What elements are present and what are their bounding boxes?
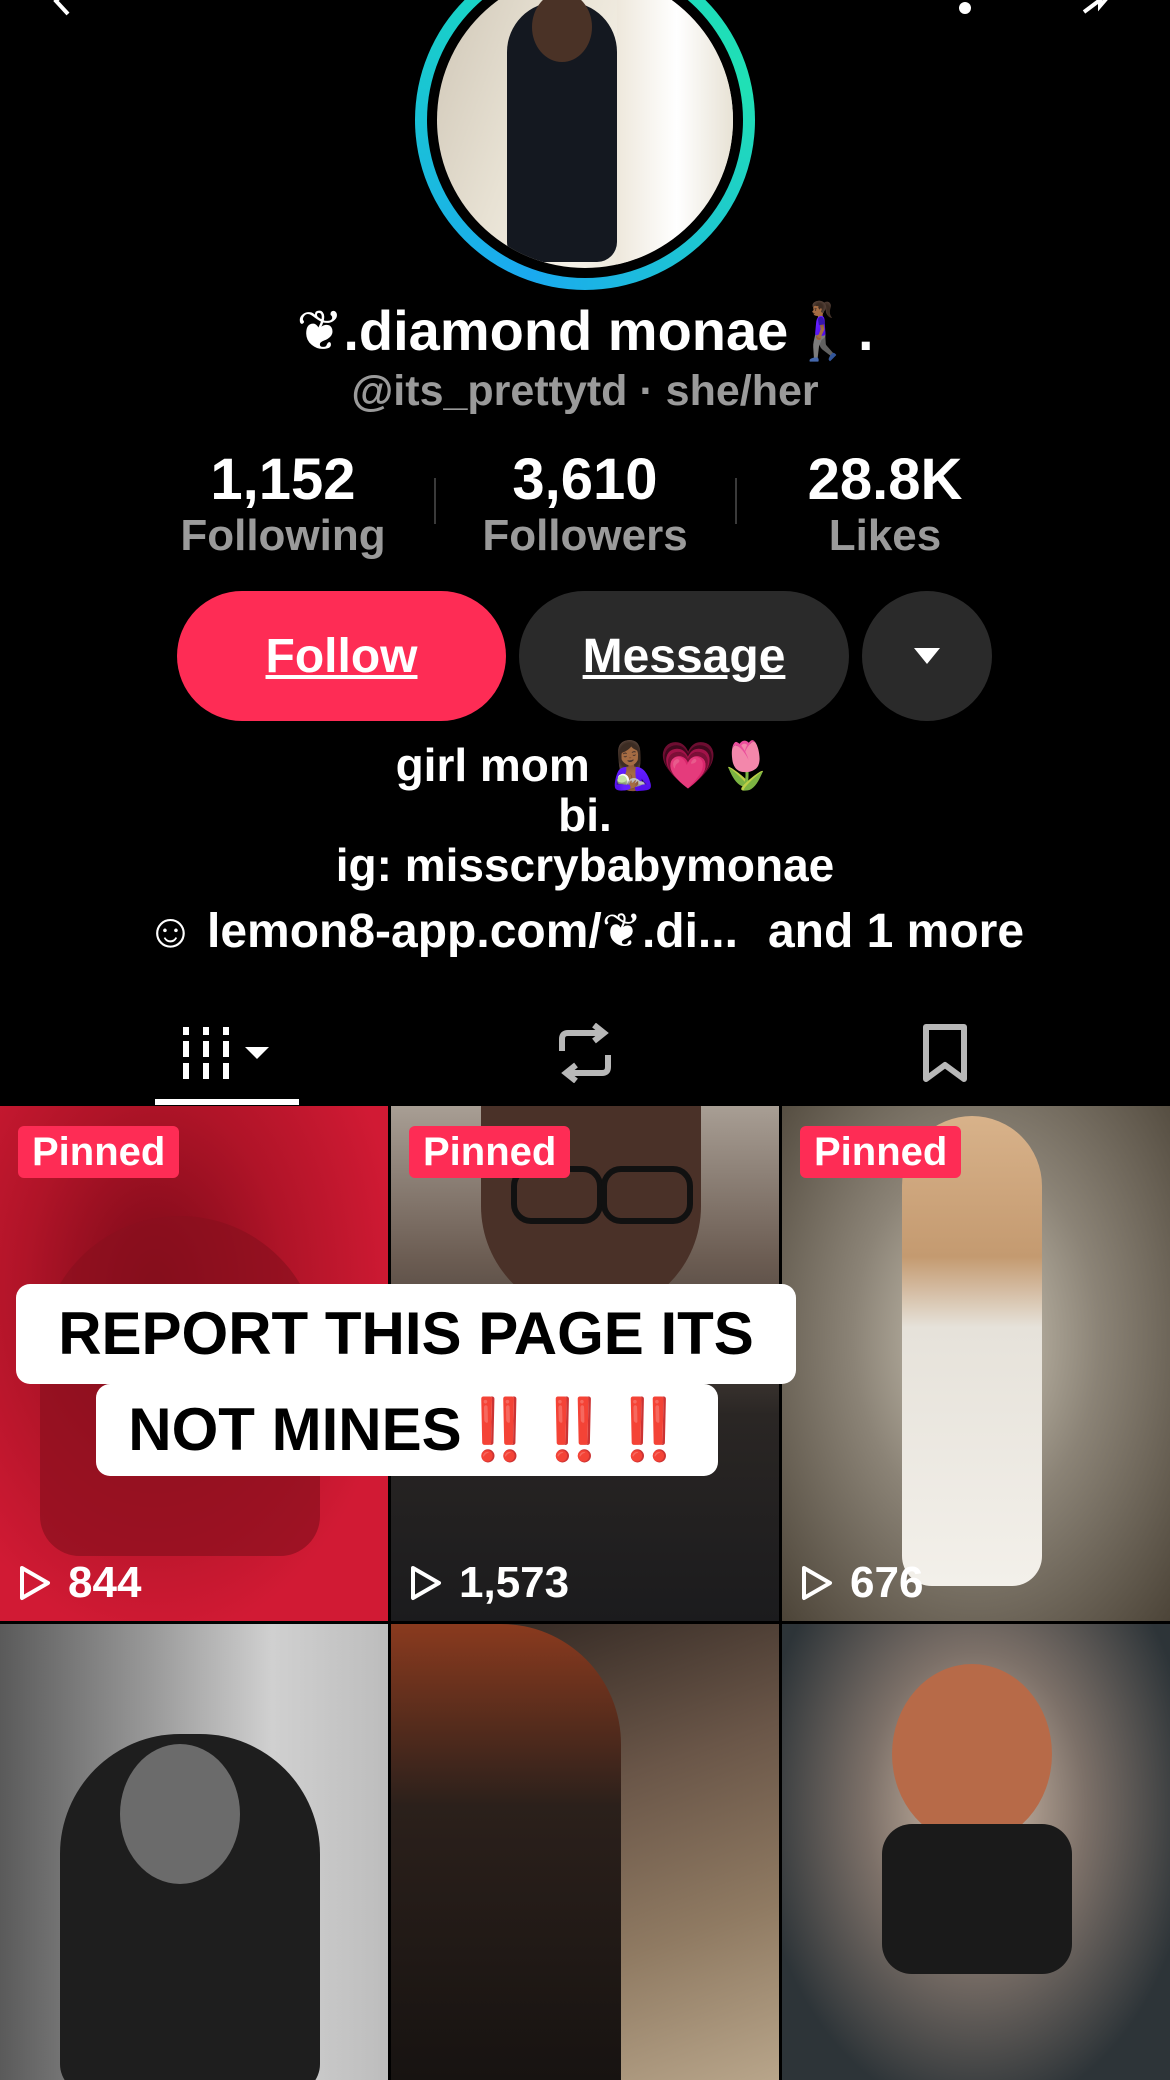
active-tab-indicator [155, 1099, 299, 1105]
bio-line: girl mom 🤱🏾💗🌷 [395, 739, 775, 791]
avatar-photo-door [617, 0, 733, 268]
pinned-badge: Pinned [18, 1126, 180, 1178]
video-thumbnail-face [892, 1664, 1052, 1844]
view-count: 676 [800, 1555, 923, 1611]
profile-tabs [0, 1000, 1170, 1106]
video-thumbnail-figure [882, 1824, 1072, 1974]
stat-followers[interactable]: 3,610 Followers [435, 448, 735, 560]
stat-label: Following [180, 511, 386, 560]
caret-down-icon [914, 648, 940, 664]
tab-saved[interactable] [870, 1000, 1020, 1106]
notification-bell-icon[interactable] [950, 0, 980, 16]
grid-icon [183, 1027, 269, 1079]
video-thumbnail-figure [902, 1116, 1042, 1586]
video-thumbnail-glasses [601, 1166, 693, 1224]
overlay-caption-line: REPORT THIS PAGE ITS [16, 1284, 796, 1384]
overlay-caption-text: NOT MINES [128, 1396, 462, 1463]
tab-videos[interactable] [155, 1000, 299, 1106]
bio-line: bi. [558, 789, 612, 841]
stat-following[interactable]: 1,152 Following [133, 448, 433, 560]
bio-line: ig: misscrybabymonae [335, 839, 835, 891]
view-count-value: 1,573 [459, 1558, 570, 1607]
video-thumbnail-face [120, 1744, 240, 1884]
view-count: 1,573 [409, 1555, 569, 1611]
video-thumbnail-figure [391, 1624, 621, 2080]
play-icon [411, 1566, 441, 1600]
display-name: ❦.diamond monae🚶🏾‍♀️. [296, 299, 874, 362]
tab-reposts[interactable] [510, 1000, 660, 1106]
view-count-value: 676 [850, 1558, 924, 1607]
profile-stats: 1,152 Following 3,610 Followers 28.8K Li… [0, 448, 1170, 563]
stat-label: Followers [482, 511, 688, 560]
play-icon [802, 1566, 832, 1600]
pinned-badge: Pinned [800, 1126, 962, 1178]
video-tile[interactable]: Pinned 676 [782, 1106, 1170, 1621]
follow-button[interactable]: Follow [177, 591, 506, 721]
video-tile[interactable] [0, 1624, 388, 2080]
view-count-value: 844 [68, 1558, 142, 1607]
stat-likes[interactable]: 28.8K Likes [735, 448, 1035, 560]
suggested-accounts-button[interactable] [862, 591, 992, 721]
back-icon[interactable] [48, 0, 78, 16]
view-count: 844 [18, 1555, 141, 1611]
bio-link[interactable]: ☺ lemon8-app.com/❦.di... and 1 more [0, 903, 1170, 959]
stat-label: Likes [828, 511, 942, 560]
message-button[interactable]: Message [519, 591, 849, 721]
stat-value: 3,610 [512, 447, 658, 512]
profile-page: ❦.diamond monae🚶🏾‍♀️. @its_prettytd · sh… [0, 0, 1170, 2080]
repost-icon [559, 1023, 611, 1083]
bio-link-text[interactable]: lemon8-app.com/❦.di... [207, 905, 738, 958]
bookmark-icon [923, 1024, 967, 1082]
overlay-caption-line: NOT MINES‼️‼️‼️ [96, 1384, 718, 1476]
avatar[interactable] [415, 0, 755, 290]
video-grid: Pinned 844 Pinned 1,573 Pinned 676 [0, 1106, 1170, 2080]
bio-link-more[interactable]: and 1 more [768, 905, 1024, 958]
bio: girl mom 🤱🏾💗🌷 bi. ig: misscrybabymonae [0, 740, 1170, 890]
stat-value: 28.8K [807, 447, 963, 512]
video-tile[interactable] [391, 1624, 779, 2080]
username-pronouns: @its_prettytd · she/her [351, 367, 819, 415]
play-icon [20, 1566, 50, 1600]
link-icon: ☺ [145, 905, 195, 958]
overlay-caption-emphasis: ‼️‼️‼️ [461, 1396, 686, 1463]
video-tile[interactable] [782, 1624, 1170, 2080]
share-icon[interactable] [1080, 0, 1116, 16]
pinned-badge: Pinned [409, 1126, 571, 1178]
stat-value: 1,152 [210, 447, 356, 512]
